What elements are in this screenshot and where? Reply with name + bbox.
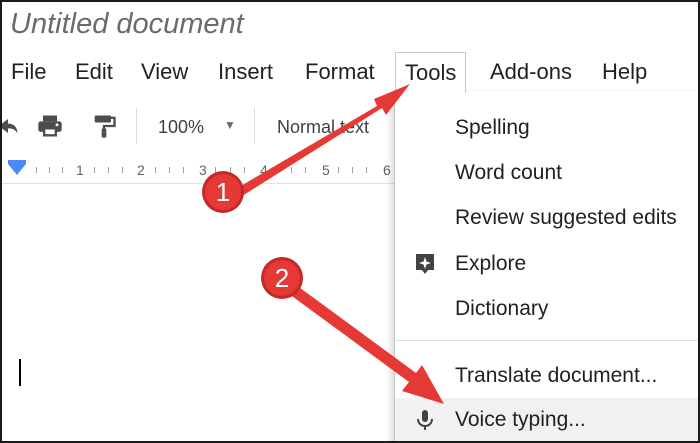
menu-item-word-count[interactable]: Word count xyxy=(395,151,698,195)
screenshot-frame: Untitled document File Edit View Insert … xyxy=(0,0,700,443)
menu-item-label: Voice typing... xyxy=(455,408,586,431)
menu-item-label: Review suggested edits xyxy=(455,206,677,229)
toolbar-separator xyxy=(254,108,255,144)
menu-item-translate-document[interactable]: Translate document... xyxy=(395,354,698,398)
ruler-number: 2 xyxy=(137,162,145,178)
ruler-tick xyxy=(122,167,123,173)
microphone-icon xyxy=(417,410,433,430)
paragraph-style-select[interactable]: Normal text xyxy=(277,117,369,138)
ruler-tick xyxy=(62,167,63,173)
ruler-number: 3 xyxy=(199,162,207,178)
ruler-number: 1 xyxy=(76,162,84,178)
undo-icon[interactable] xyxy=(0,112,22,140)
ruler-tick xyxy=(215,167,216,173)
menu-file[interactable]: File xyxy=(2,52,55,92)
menu-item-explore[interactable]: Explore xyxy=(395,242,698,286)
ruler-tick xyxy=(305,167,306,173)
menu-help[interactable]: Help xyxy=(593,52,656,92)
ruler-tick xyxy=(244,167,245,173)
menu-item-label: Spelling xyxy=(455,116,530,139)
dropdown-caret-icon[interactable]: ▼ xyxy=(224,118,236,132)
ruler-tick xyxy=(94,167,95,173)
ruler-number: 6 xyxy=(383,162,391,178)
menu-insert[interactable]: Insert xyxy=(209,52,282,92)
menu-item-voice-typing[interactable]: Voice typing... xyxy=(395,398,698,441)
menu-item-dictionary[interactable]: Dictionary xyxy=(395,287,698,331)
print-icon[interactable] xyxy=(36,112,64,140)
ruler-tick xyxy=(277,167,278,173)
document-title[interactable]: Untitled document xyxy=(10,8,244,41)
ruler-tick xyxy=(366,167,367,173)
ruler-tick xyxy=(183,167,184,173)
menu-edit[interactable]: Edit xyxy=(66,52,122,92)
ruler-tick xyxy=(36,167,37,173)
text-cursor xyxy=(19,359,21,386)
ruler-tick xyxy=(338,167,339,173)
paint-format-icon[interactable] xyxy=(90,112,118,140)
zoom-select[interactable]: 100% xyxy=(158,117,204,138)
menu-item-label: Explore xyxy=(455,252,527,275)
ruler-tick xyxy=(49,167,50,173)
toolbar-separator xyxy=(136,108,137,144)
ruler-tick xyxy=(230,167,231,173)
explore-icon xyxy=(416,254,434,274)
menu-format[interactable]: Format xyxy=(296,52,384,92)
tools-menu: Spelling Word count Review suggested edi… xyxy=(394,92,698,441)
menu-item-label: Word count xyxy=(455,161,562,184)
menu-item-label: Translate document... xyxy=(455,364,658,387)
menu-item-spelling[interactable]: Spelling xyxy=(395,106,698,150)
menu-item-review-suggested-edits[interactable]: Review suggested edits xyxy=(395,196,698,240)
ruler-tick xyxy=(155,167,156,173)
menu-item-label: Dictionary xyxy=(455,297,549,320)
ruler-tick xyxy=(169,167,170,173)
indent-marker-icon[interactable] xyxy=(8,164,26,175)
ruler-number: 4 xyxy=(260,162,268,178)
ruler-tick xyxy=(108,167,109,173)
ruler-tick xyxy=(291,167,292,173)
menu-add-ons[interactable]: Add-ons xyxy=(481,52,581,92)
ruler-tick xyxy=(352,167,353,173)
menu-view[interactable]: View xyxy=(132,52,197,92)
menu-separator xyxy=(395,340,698,341)
ruler-number: 5 xyxy=(322,162,330,178)
menu-tools[interactable]: Tools xyxy=(395,52,467,93)
menu-bar: File Edit View Insert Format Tools Add-o… xyxy=(2,52,698,93)
